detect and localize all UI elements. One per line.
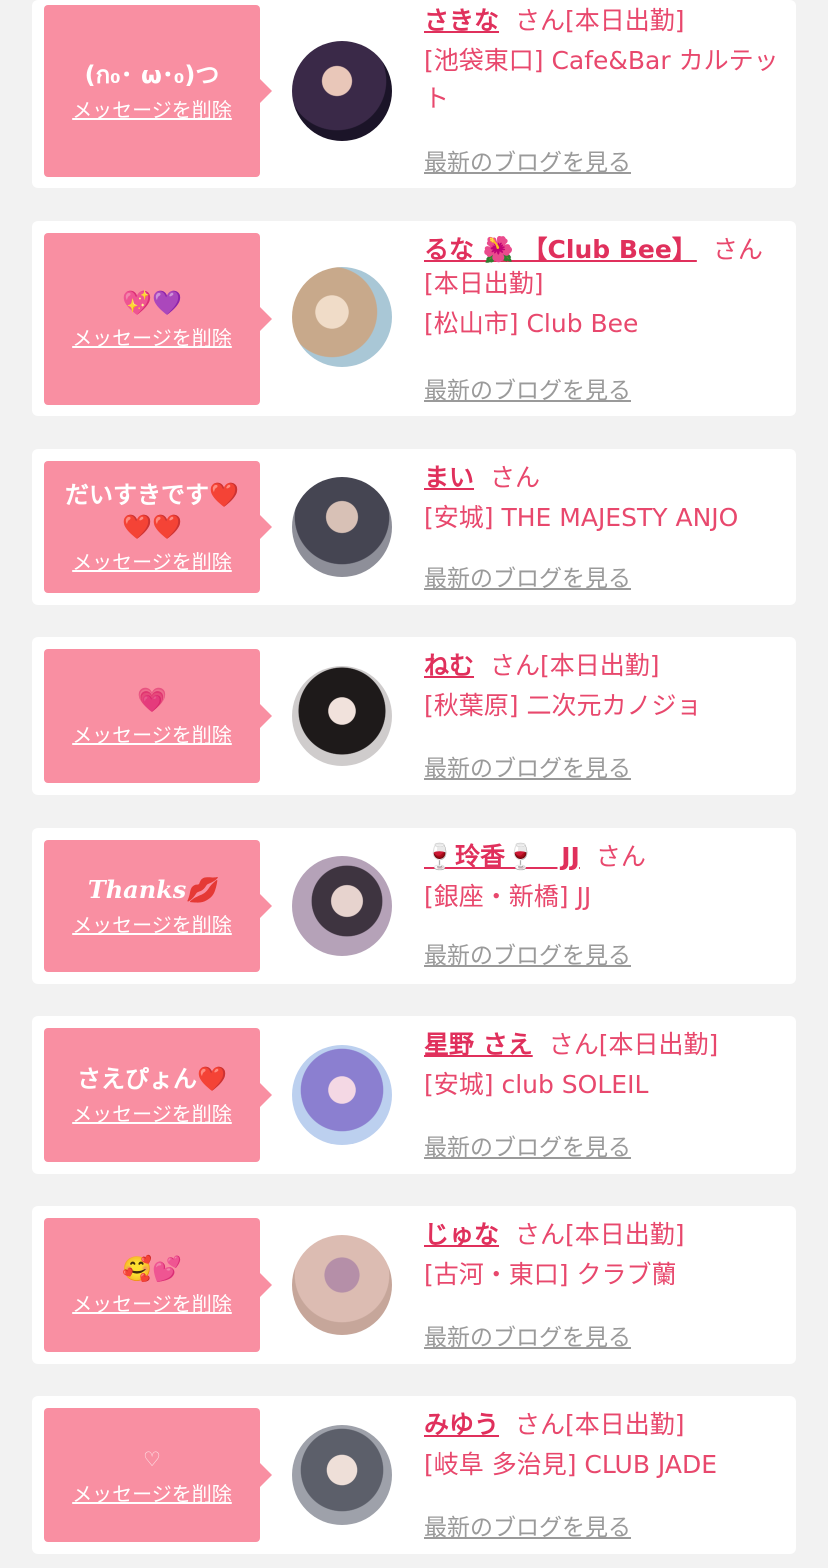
shift-status: [本日出勤] [424,269,544,298]
name-line: 🍷玲香🍷 JJ さん [424,840,784,874]
cast-name-link[interactable]: じゅな [424,1220,499,1249]
name-line: さきな さん[本日出勤] [424,4,784,38]
info-block: みゆう さん[本日出勤] [岐阜 多治見] CLUB JADE [424,1408,784,1484]
info-block: まい さん [安城] THE MAJESTY ANJO [424,461,784,537]
avatar[interactable] [292,856,392,956]
list-item: 💖💜 メッセージを削除 るな 🌺 【Club Bee】 さん [本日出勤] [松山市… [32,221,796,416]
list-item: Thanks💋 メッセージを削除 🍷玲香🍷 JJ さん [銀座・新橋] JJ 最新… [32,828,796,984]
shift-status: [本日出勤] [598,1030,719,1059]
name-line: ねむ さん[本日出勤] [424,649,784,683]
view-blog-link[interactable]: 最新のブログを見る [424,559,631,593]
list-item: (ก₀･ ω･₀)つ メッセージを削除 さきな さん[本日出勤] [池袋東口] C… [32,0,796,188]
shop-name: [秋葉原] 二次元カノジョ [424,691,702,720]
avatar[interactable] [292,41,392,141]
message-bubble: Thanks💋 メッセージを削除 [44,840,272,972]
cast-name-link[interactable]: まい [424,463,474,492]
shift-status: [本日出勤] [540,651,660,680]
avatar[interactable] [292,666,392,766]
avatar[interactable] [292,1045,392,1145]
name-line: 星野 さえ さん[本日出勤] [424,1028,784,1062]
cast-name-link[interactable]: るな 🌺 【Club Bee】 [424,235,697,264]
info-block: 🍷玲香🍷 JJ さん [銀座・新橋] JJ [424,840,784,916]
san-suffix: さん [515,1220,566,1249]
shop-name: [安城] club SOLEIL [424,1070,649,1099]
cast-name-link[interactable]: みゆう [424,1410,499,1439]
shift-status: [本日出勤] [565,1410,685,1439]
list-item: だいすきです❤️❤️❤️ メッセージを削除 まい さん [安城] THE MAJE… [32,449,796,605]
san-suffix: さん [490,463,541,492]
message-text: さえぴょん❤️ [77,1065,227,1093]
delete-message-link[interactable]: メッセージを削除 [72,97,232,123]
name-line: じゅな さん[本日出勤] [424,1218,784,1252]
cast-name-link[interactable]: ねむ [424,651,474,680]
message-bubble: ♡ メッセージを削除 [44,1408,272,1542]
shift-status: [本日出勤] [565,1220,685,1249]
san-suffix: さん [712,235,763,264]
san-suffix: さん [595,842,646,871]
message-text: ♡ [143,1447,161,1471]
message-text: 💖💜 [122,289,182,317]
san-suffix: さん [548,1030,599,1059]
message-bubble: 💖💜 メッセージを削除 [44,233,272,405]
message-text: (ก₀･ ω･₀)つ [84,61,220,89]
message-text: 🥰💕 [122,1255,182,1283]
message-text: Thanks💋 [87,875,217,904]
list-item: ♡ メッセージを削除 みゆう さん[本日出勤] [岐阜 多治見] CLUB JAD… [32,1396,796,1554]
info-block: るな 🌺 【Club Bee】 さん [本日出勤] [松山市] Club Bee [424,233,784,343]
delete-message-link[interactable]: メッセージを削除 [72,325,232,351]
view-blog-link[interactable]: 最新のブログを見る [424,1318,631,1352]
message-bubble: (ก₀･ ω･₀)つ メッセージを削除 [44,5,272,177]
shift-status: [本日出勤] [565,6,685,35]
delete-message-link[interactable]: メッセージを削除 [72,722,232,748]
shop-name: [安城] THE MAJESTY ANJO [424,503,739,532]
list-item: 🥰💕 メッセージを削除 じゅな さん[本日出勤] [古河・東口] クラブ蘭 最新の… [32,1206,796,1364]
san-suffix: さん [515,6,566,35]
shop-name: [池袋東口] Cafe&Bar カルテット [424,46,779,113]
info-block: 星野 さえ さん[本日出勤] [安城] club SOLEIL [424,1028,784,1104]
delete-message-link[interactable]: メッセージを削除 [72,1101,232,1127]
name-line: まい さん [424,461,784,495]
name-line: みゆう さん[本日出勤] [424,1408,784,1442]
view-blog-link[interactable]: 最新のブログを見る [424,936,631,970]
avatar[interactable] [292,1425,392,1525]
delete-message-link[interactable]: メッセージを削除 [72,549,232,575]
avatar[interactable] [292,1235,392,1335]
view-blog-link[interactable]: 最新のブログを見る [424,749,631,783]
cast-name-link[interactable]: 星野 さえ [424,1030,533,1059]
info-block: さきな さん[本日出勤] [池袋東口] Cafe&Bar カルテット [424,4,784,118]
view-blog-link[interactable]: 最新のブログを見る [424,371,631,405]
favorites-list: (ก₀･ ω･₀)つ メッセージを削除 さきな さん[本日出勤] [池袋東口] C… [0,0,828,1568]
list-item: さえぴょん❤️ メッセージを削除 星野 さえ さん[本日出勤] [安城] club… [32,1016,796,1174]
shop-name: [銀座・新橋] JJ [424,882,592,911]
view-blog-link[interactable]: 最新のブログを見る [424,1508,631,1542]
delete-message-link[interactable]: メッセージを削除 [72,1291,232,1317]
cast-name-link[interactable]: さきな [424,6,499,35]
name-line: るな 🌺 【Club Bee】 さん [本日出勤] [424,233,784,301]
list-item: 💗 メッセージを削除 ねむ さん[本日出勤] [秋葉原] 二次元カノジョ 最新のブ… [32,637,796,795]
shop-name: [古河・東口] クラブ蘭 [424,1260,677,1289]
message-bubble: 🥰💕 メッセージを削除 [44,1218,272,1352]
message-text: 💗 [137,686,167,714]
info-block: ねむ さん[本日出勤] [秋葉原] 二次元カノジョ [424,649,784,725]
message-bubble: だいすきです❤️❤️❤️ メッセージを削除 [44,461,272,593]
cast-name-link[interactable]: 🍷玲香🍷 JJ [424,842,580,871]
san-suffix: さん [515,1410,566,1439]
message-text: だいすきです❤️❤️❤️ [65,481,239,541]
delete-message-link[interactable]: メッセージを削除 [72,1481,232,1507]
delete-message-link[interactable]: メッセージを削除 [72,912,232,938]
san-suffix: さん [490,651,541,680]
view-blog-link[interactable]: 最新のブログを見る [424,1128,631,1162]
shop-name: [松山市] Club Bee [424,309,639,338]
message-bubble: さえぴょん❤️ メッセージを削除 [44,1028,272,1162]
avatar[interactable] [292,267,392,367]
info-block: じゅな さん[本日出勤] [古河・東口] クラブ蘭 [424,1218,784,1294]
message-bubble: 💗 メッセージを削除 [44,649,272,783]
view-blog-link[interactable]: 最新のブログを見る [424,143,631,177]
avatar[interactable] [292,477,392,577]
shop-name: [岐阜 多治見] CLUB JADE [424,1450,718,1479]
